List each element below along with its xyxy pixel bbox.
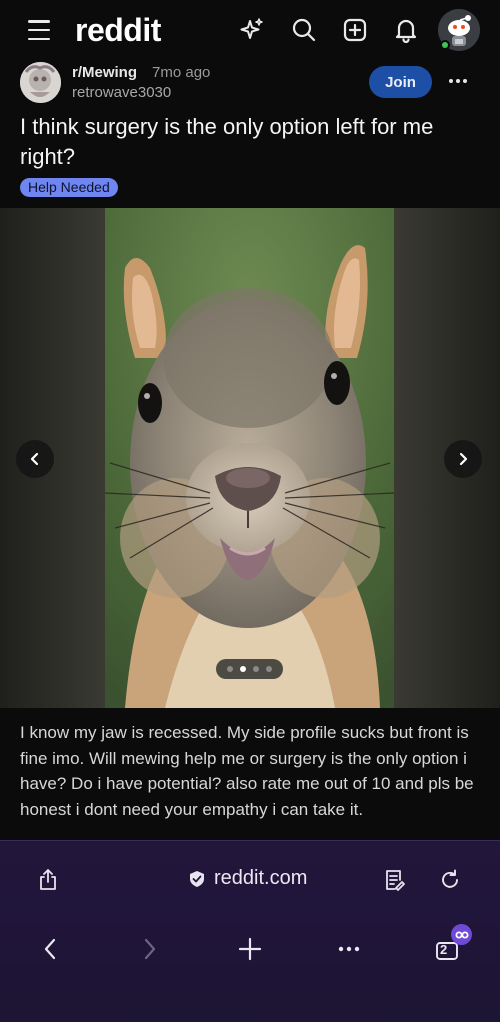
search-icon[interactable]: [290, 16, 318, 44]
pager-dot: [266, 666, 272, 672]
address-text: reddit.com: [214, 867, 308, 889]
address-bar[interactable]: reddit.com: [188, 867, 307, 890]
new-tab-icon[interactable]: [236, 935, 264, 963]
online-status-dot: [440, 40, 450, 50]
squirrel-photo[interactable]: [105, 208, 394, 708]
subreddit-avatar[interactable]: [20, 62, 61, 103]
browser-toolbar: reddit.com 2: [0, 840, 500, 1022]
post-title[interactable]: I think surgery is the only option left …: [20, 112, 480, 172]
more-menu-icon[interactable]: [334, 935, 364, 963]
reddit-logo[interactable]: reddit: [75, 12, 161, 49]
tab-count: 2: [440, 942, 448, 957]
sparkle-icon[interactable]: [238, 16, 266, 44]
menu-icon[interactable]: [28, 20, 50, 40]
subreddit-name[interactable]: r/Mewing: [72, 64, 137, 81]
post-time: 7mo ago: [152, 64, 211, 81]
reload-icon[interactable]: [438, 868, 462, 892]
reddit-header: reddit: [0, 0, 500, 62]
join-button[interactable]: Join: [369, 66, 432, 98]
forward-icon[interactable]: [138, 935, 162, 963]
pager-dot: [227, 666, 233, 672]
create-post-icon[interactable]: [341, 16, 369, 44]
secure-shield-icon: [190, 870, 204, 887]
post-body: I know my jaw is recessed. My side profi…: [20, 723, 474, 819]
image-gallery[interactable]: [0, 208, 500, 708]
pager-dot: [253, 666, 259, 672]
pager-dot-active: [240, 666, 246, 672]
gallery-pager: [216, 659, 283, 679]
more-options-icon[interactable]: [446, 72, 470, 90]
post-author[interactable]: retrowave3030: [72, 84, 171, 101]
share-icon[interactable]: [36, 868, 60, 892]
notification-bell-icon[interactable]: [392, 16, 420, 44]
back-icon[interactable]: [38, 935, 62, 963]
post-header: r/Mewing 7mo ago retrowave3030 Join I th…: [0, 62, 500, 208]
post-flair[interactable]: Help Needed: [20, 178, 118, 197]
gallery-next-button[interactable]: [444, 440, 482, 478]
private-mode-icon: [451, 924, 472, 945]
gallery-previous-button[interactable]: [16, 440, 54, 478]
reader-view-icon[interactable]: [384, 868, 406, 892]
